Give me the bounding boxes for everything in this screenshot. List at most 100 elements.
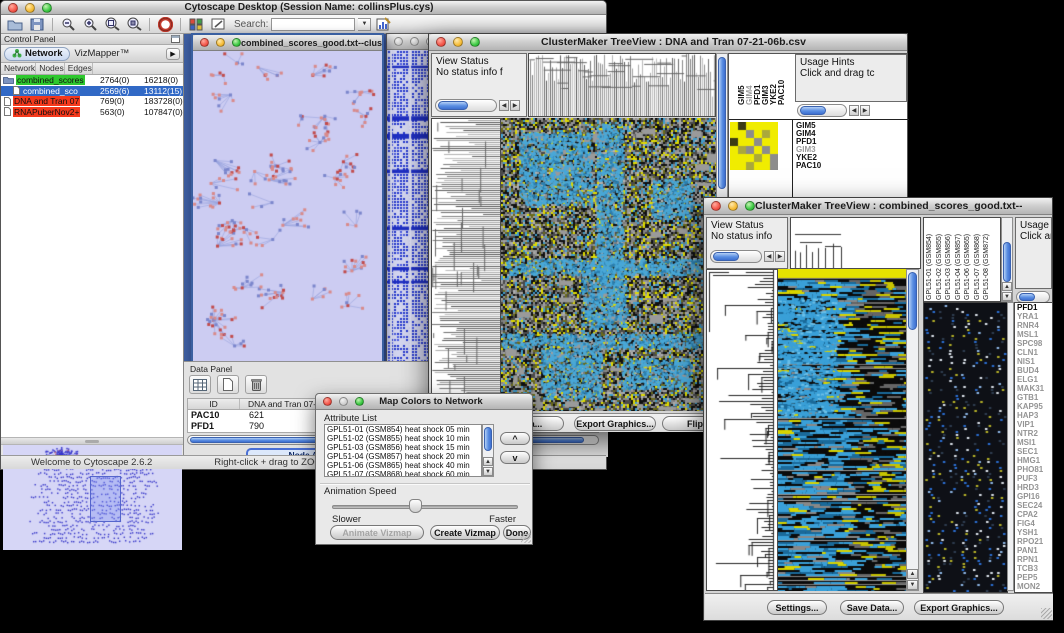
tv1-selected-submatrix-canvas[interactable] [730, 122, 778, 170]
zoom-fit-button[interactable] [102, 16, 122, 32]
gene-label[interactable]: PUF3 [1015, 474, 1052, 483]
minimize-button[interactable] [339, 397, 348, 406]
tv1-column-dendrogram-canvas[interactable] [529, 54, 715, 116]
zoom-button[interactable] [232, 38, 241, 47]
tv2-status-hscrollbar[interactable] [710, 250, 762, 263]
minimize-button[interactable] [453, 37, 463, 47]
scroll-left-button[interactable]: ◀ [764, 251, 774, 262]
gene-label[interactable]: FIG4 [1015, 519, 1052, 528]
close-button[interactable] [200, 38, 209, 47]
gene-label[interactable]: RPN1 [1015, 555, 1052, 564]
network-row[interactable]: RNAPuberNov2+ 563(0) 107847(0) [1, 107, 183, 118]
select-attributes-button[interactable] [189, 375, 211, 394]
gene-label[interactable]: MSL1 [1015, 330, 1052, 339]
open-session-button[interactable] [5, 16, 25, 32]
move-up-button[interactable]: ^ [500, 432, 530, 445]
tv1-row-dendrogram-canvas[interactable] [432, 119, 500, 410]
tv1-column-label[interactable]: YKE2 [769, 57, 777, 105]
gene-label[interactable]: SEC1 [1015, 447, 1052, 456]
tv2-zoom-heatmap-canvas[interactable] [923, 302, 1008, 593]
tab-overflow-button[interactable]: ▶ [166, 48, 180, 60]
main-titlebar[interactable]: Cytoscape Desktop (Session Name: collins… [1, 1, 606, 15]
zoom-button[interactable] [745, 201, 755, 211]
network-view-canvas[interactable] [193, 51, 382, 367]
close-button[interactable] [8, 3, 18, 13]
gene-label[interactable]: MAK31 [1015, 384, 1052, 393]
tv2-titlebar[interactable]: ClusterMaker TreeView : combined_scores_… [704, 198, 1052, 215]
scroll-up-button[interactable]: ▲ [907, 569, 918, 579]
gene-label[interactable]: SEC24 [1015, 501, 1052, 510]
tv2-gene-list[interactable]: PFD1YRA1RNR4MSL1SPC98CLN1NIS1BUD4ELG1MAK… [1014, 302, 1053, 593]
scroll-right-button[interactable]: ▶ [510, 100, 520, 111]
save-session-button[interactable] [27, 16, 47, 32]
gene-label[interactable]: CPA2 [1015, 510, 1052, 519]
attribute-list-item[interactable]: GPL51-07 (GSM868) heat shock 60 min [325, 470, 481, 477]
close-button[interactable] [711, 201, 721, 211]
tv1-column-label[interactable]: GIM5 [737, 57, 745, 105]
attribute-list-item[interactable]: GPL51-04 (GSM857) heat shock 20 min [325, 452, 481, 461]
new-attribute-button[interactable] [217, 375, 239, 394]
scroll-up-button[interactable]: ▲ [1002, 282, 1012, 291]
close-button[interactable] [323, 397, 332, 406]
overview-viewport-rect[interactable] [90, 476, 121, 522]
minimize-button[interactable] [728, 201, 738, 211]
attribute-list-item[interactable]: GPL51-01 (GSM854) heat shock 05 min [325, 425, 481, 434]
close-button[interactable] [394, 37, 403, 46]
gene-label[interactable]: YRA1 [1015, 312, 1052, 321]
gene-label[interactable]: PHO81 [1015, 465, 1052, 474]
attribute-list-item[interactable]: GPL51-02 (GSM855) heat shock 10 min [325, 434, 481, 443]
tv2-column-label[interactable]: GPL51-04 (GSM857) [955, 220, 965, 300]
minimize-button[interactable] [25, 3, 35, 13]
tv2-zoom-vscrollbar[interactable] [1007, 302, 1014, 591]
tv2-column-label[interactable]: GPL51-01 (GSM854) [926, 220, 936, 300]
zoom-button[interactable] [355, 397, 364, 406]
resize-grip[interactable] [521, 533, 531, 543]
gene-label[interactable]: PEP5 [1015, 573, 1052, 582]
gene-label[interactable]: SPC98 [1015, 339, 1052, 348]
network-row[interactable]: DNA and Tran 07 769(0) 183728(0) [1, 96, 183, 107]
gene-label[interactable]: YSH1 [1015, 528, 1052, 537]
tv2-heatmap-vscrollbar[interactable]: ▲ ▼ [906, 269, 919, 591]
scroll-down-button[interactable]: ▼ [483, 467, 493, 476]
attribute-list-item[interactable]: GPL51-06 (GSM865) heat shock 40 min [325, 461, 481, 470]
gene-label[interactable]: VIP1 [1015, 420, 1052, 429]
zoom-button[interactable] [42, 3, 52, 13]
tv2-column-label[interactable]: GPL51-03 (GSM856) [945, 220, 955, 300]
float-panel-icon[interactable] [171, 35, 180, 43]
tv1-window-controls[interactable] [436, 37, 480, 47]
tv2-column-label[interactable]: GPL51-08 (GSM872) [983, 220, 993, 300]
tv2-export-graphics-button[interactable]: Export Graphics... [914, 600, 1004, 615]
animation-speed-slider[interactable] [332, 505, 518, 509]
scroll-right-button[interactable]: ▶ [860, 105, 870, 116]
gene-label[interactable]: MSI1 [1015, 438, 1052, 447]
gene-label[interactable]: GTB1 [1015, 393, 1052, 402]
tab-network[interactable]: Network [4, 47, 70, 61]
search-dropdown-button[interactable]: ▼ [358, 18, 371, 31]
gene-label[interactable]: PFD1 [1015, 303, 1052, 312]
network-window-titlebar[interactable]: combined_scores_good.txt--cluste... [193, 35, 382, 51]
annotation-button[interactable] [208, 16, 228, 32]
minimize-button[interactable] [410, 37, 419, 46]
network-row[interactable]: combined_scores 2764(0) 16218(0) [1, 75, 183, 86]
panel-splitter[interactable] [1, 437, 183, 445]
zoom-out-button[interactable] [58, 16, 78, 32]
tv2-row-dendrogram-canvas[interactable] [707, 270, 777, 590]
gene-label[interactable]: BUD4 [1015, 366, 1052, 375]
move-down-button[interactable]: v [500, 451, 530, 464]
dialog-window-controls[interactable] [323, 397, 364, 406]
vizmapper-button[interactable] [186, 16, 206, 32]
id-column-header[interactable]: ID [188, 399, 240, 409]
tv1-labels-hscrollbar[interactable] [797, 104, 847, 117]
gene-label[interactable]: RNR4 [1015, 321, 1052, 330]
tv1-titlebar[interactable]: ClusterMaker TreeView : DNA and Tran 07-… [429, 34, 907, 51]
tv2-column-label[interactable]: GPL51-07 (GSM868) [974, 220, 984, 300]
scroll-right-button[interactable]: ▶ [775, 251, 785, 262]
zoom-selected-button[interactable] [124, 16, 144, 32]
slider-thumb[interactable] [409, 499, 422, 513]
scroll-up-button[interactable]: ▲ [483, 457, 493, 466]
resize-grip[interactable] [1041, 608, 1052, 619]
delete-attribute-button[interactable] [245, 375, 267, 394]
tv2-window-controls[interactable] [711, 201, 755, 211]
help-button[interactable] [155, 16, 175, 32]
scroll-down-button[interactable]: ▼ [907, 580, 918, 590]
